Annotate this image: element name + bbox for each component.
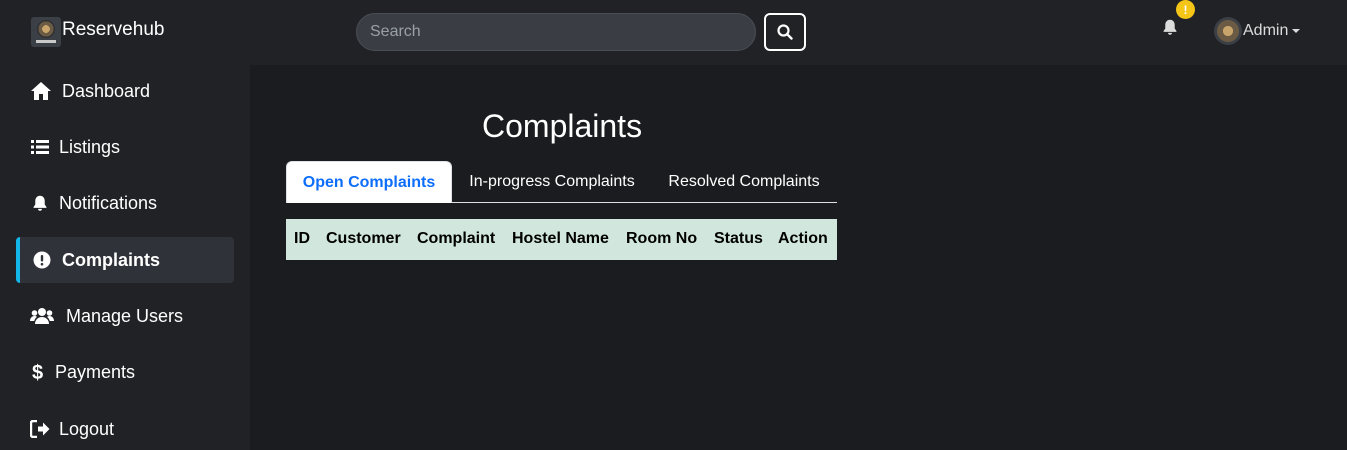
- tab-open-complaints[interactable]: Open Complaints: [286, 161, 452, 203]
- column-header-action: Action: [778, 230, 828, 247]
- search-button[interactable]: [764, 13, 806, 51]
- search-input[interactable]: [356, 13, 756, 51]
- user-name: Admin: [1243, 22, 1289, 39]
- page-title: Complaints: [482, 108, 643, 144]
- complaint-tabs: Open Complaints In-progress Complaints R…: [286, 161, 837, 203]
- sidebar-item-manage-users[interactable]: Manage Users: [16, 293, 234, 339]
- caret-down-icon: [1292, 29, 1301, 33]
- sidebar-item-label: Notifications: [59, 192, 158, 213]
- avatar: [1214, 17, 1242, 45]
- dollar-icon: $: [26, 360, 50, 384]
- notification-badge: !: [1176, 0, 1195, 19]
- top-navbar: Reservehub ! Admin: [0, 0, 1347, 65]
- user-menu[interactable]: Admin: [1214, 17, 1301, 45]
- sidebar-item-payments[interactable]: $ Payments: [16, 349, 234, 395]
- home-icon: [29, 79, 53, 103]
- sidebar-item-notifications[interactable]: Notifications: [16, 180, 234, 226]
- sidebar-item-label: Listings: [59, 136, 121, 157]
- users-icon: [30, 304, 54, 328]
- search-icon: [777, 24, 793, 40]
- column-header-customer: Customer: [326, 230, 401, 247]
- complaints-table-header: ID Customer Complaint Hostel Name Room N…: [286, 219, 837, 260]
- sidebar-item-listings[interactable]: Listings: [16, 124, 234, 170]
- tab-in-progress-complaints[interactable]: In-progress Complaints: [458, 161, 646, 203]
- logout-icon: [28, 417, 52, 441]
- sidebar-item-label: Dashboard: [62, 80, 151, 101]
- sidebar: Dashboard Listings Notifications Complai…: [0, 65, 250, 450]
- sidebar-item-label: Complaints: [62, 249, 161, 270]
- sidebar-item-label: Manage Users: [66, 305, 184, 326]
- bell-icon: [1163, 19, 1177, 35]
- sidebar-item-logout[interactable]: Logout: [16, 406, 234, 450]
- svg-text:$: $: [32, 362, 43, 383]
- sidebar-item-label: Payments: [55, 361, 136, 382]
- sidebar-item-dashboard[interactable]: Dashboard: [16, 68, 234, 114]
- tab-resolved-complaints[interactable]: Resolved Complaints: [656, 161, 832, 203]
- column-header-room-no: Room No: [626, 230, 698, 247]
- sidebar-item-label: Logout: [59, 418, 115, 439]
- column-header-hostel-name: Hostel Name: [512, 230, 609, 247]
- exclamation-circle-icon: [30, 248, 54, 272]
- notification-bell[interactable]: [1161, 18, 1181, 38]
- bell-icon: [28, 191, 52, 215]
- brand[interactable]: Reservehub: [31, 17, 164, 47]
- column-header-status: Status: [714, 230, 763, 247]
- search-bar: [356, 13, 806, 51]
- column-header-complaint: Complaint: [417, 230, 496, 247]
- column-header-id: ID: [294, 230, 310, 247]
- brand-name: Reservehub: [62, 19, 165, 40]
- brand-logo: [31, 17, 61, 47]
- sidebar-item-complaints[interactable]: Complaints: [16, 237, 234, 283]
- list-icon: [28, 135, 52, 159]
